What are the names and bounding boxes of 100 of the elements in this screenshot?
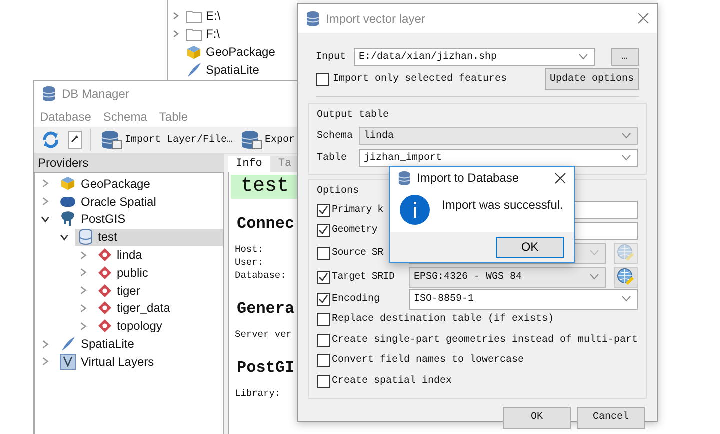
tree-item[interactable]: public bbox=[94, 264, 223, 282]
window-title: Import vector layer bbox=[326, 12, 426, 26]
menu-item[interactable]: Schema bbox=[103, 110, 148, 124]
database-icon bbox=[101, 130, 123, 150]
chevron-icon[interactable] bbox=[60, 232, 69, 242]
tree-item[interactable]: tiger_data bbox=[94, 300, 223, 317]
globe-icon bbox=[617, 268, 635, 286]
browser-item[interactable]: SpatiaLite bbox=[206, 63, 260, 77]
browser-item[interactable]: E:\ bbox=[206, 9, 221, 23]
crs-button[interactable] bbox=[614, 266, 638, 288]
dialog-button[interactable]: Cancel bbox=[577, 406, 645, 428]
refresh-icon bbox=[42, 131, 60, 149]
checkbox[interactable] bbox=[317, 224, 330, 238]
info-heading: test bbox=[231, 175, 297, 199]
database-icon bbox=[306, 10, 320, 26]
ok-button[interactable]: OK bbox=[496, 236, 564, 258]
checkbox[interactable] bbox=[317, 354, 330, 368]
update-options-button[interactable]: Update options bbox=[544, 68, 639, 90]
layers-icon bbox=[60, 354, 76, 370]
tree-item[interactable]: linda bbox=[94, 246, 223, 264]
checkbox[interactable] bbox=[317, 270, 330, 284]
feather-icon bbox=[60, 336, 76, 352]
section-heading: Connec bbox=[237, 215, 296, 233]
caret-icon bbox=[622, 133, 631, 139]
browser-item[interactable]: F:\ bbox=[206, 27, 220, 41]
group-title: Output table bbox=[317, 108, 390, 123]
diamond-icon bbox=[98, 284, 112, 298]
tree-item[interactable]: PostGIS bbox=[56, 210, 223, 228]
chevron-icon[interactable] bbox=[41, 214, 50, 224]
diamond-icon bbox=[98, 301, 112, 316]
database-icon bbox=[241, 130, 264, 150]
checkbox[interactable] bbox=[317, 334, 330, 347]
info-label: Library: bbox=[235, 387, 282, 400]
checkbox-label: Convert field names to lowercase bbox=[332, 355, 524, 366]
window-title: Import to Database bbox=[417, 171, 520, 185]
browser-item[interactable]: GeoPackage bbox=[206, 45, 276, 59]
tab[interactable]: Info bbox=[228, 156, 270, 172]
folder-icon bbox=[186, 10, 202, 22]
checkbox-label: Create single-part geometries instead of multi-part bbox=[332, 334, 638, 346]
database-icon bbox=[79, 229, 93, 246]
caret-icon bbox=[590, 274, 599, 280]
elephant-icon bbox=[60, 211, 76, 228]
info-label: User: bbox=[235, 256, 265, 269]
checkbox[interactable] bbox=[317, 292, 330, 306]
checkbox-label: Target SRID bbox=[332, 272, 396, 282]
document-icon bbox=[68, 131, 82, 149]
diamond-icon bbox=[98, 319, 112, 334]
import-button[interactable]: Import Layer/File… bbox=[99, 129, 236, 151]
dialog-button[interactable]: OK bbox=[503, 406, 571, 428]
checkbox[interactable] bbox=[317, 204, 330, 217]
globe-icon bbox=[617, 244, 635, 262]
info-label: Server ver bbox=[235, 328, 294, 341]
info-label: Database: bbox=[235, 269, 288, 282]
diamond-icon bbox=[98, 266, 112, 280]
sql-window-button[interactable] bbox=[66, 129, 91, 151]
tree-item[interactable]: GeoPackage bbox=[56, 175, 223, 192]
info-icon bbox=[400, 195, 430, 225]
export-button[interactable]: Expor bbox=[239, 129, 298, 151]
database-icon bbox=[42, 86, 56, 102]
panel-header: Providers bbox=[34, 154, 224, 172]
checkbox[interactable] bbox=[316, 72, 329, 86]
tree-item[interactable]: Virtual Layers bbox=[56, 353, 223, 370]
checkbox-label: Source SR bbox=[332, 248, 384, 258]
checkbox-label: Create spatial index bbox=[332, 376, 452, 387]
tree-item[interactable]: tiger bbox=[94, 282, 223, 300]
message-text: Import was successful. bbox=[442, 197, 564, 212]
tree-item[interactable]: test bbox=[75, 228, 223, 246]
tree-item[interactable]: Oracle Spatial bbox=[56, 193, 223, 210]
browse-button[interactable]: … bbox=[611, 48, 639, 66]
menu-item[interactable]: Database bbox=[40, 110, 92, 124]
input-dropdown[interactable]: E:/data/xian/jizhan.shp bbox=[354, 48, 595, 66]
section-heading: Genera bbox=[237, 300, 296, 318]
checkbox-label: Primary k bbox=[332, 204, 384, 216]
checkbox[interactable] bbox=[317, 374, 330, 388]
field-label: Table bbox=[317, 152, 348, 164]
close-icon[interactable] bbox=[555, 172, 566, 184]
field-label: Input bbox=[316, 52, 348, 62]
checkbox-label: Replace destination table (if exists) bbox=[332, 314, 554, 326]
caret-icon bbox=[590, 250, 599, 256]
checkbox[interactable] bbox=[317, 313, 330, 326]
crs-dropdown[interactable]: EPSG:4326 - WGS 84 bbox=[409, 266, 606, 288]
group-title: Options bbox=[317, 184, 360, 199]
table-dropdown[interactable]: jizhan_import bbox=[359, 149, 638, 167]
folder-icon bbox=[186, 28, 202, 40]
checkbox-label: Import only selected features bbox=[333, 74, 508, 84]
info-label: Host: bbox=[235, 243, 265, 256]
database-icon bbox=[398, 170, 411, 186]
caret-icon bbox=[622, 155, 631, 161]
caret-icon bbox=[579, 54, 588, 60]
checkbox-label: Encoding bbox=[332, 294, 382, 305]
checkbox-label: Geometry bbox=[332, 225, 379, 236]
diamond-icon bbox=[98, 248, 112, 262]
tree-item[interactable]: SpatiaLite bbox=[56, 336, 223, 353]
caret-icon bbox=[622, 296, 631, 302]
menu-item[interactable]: Table bbox=[159, 110, 188, 124]
window-title: DB Manager bbox=[62, 87, 130, 101]
field-label: Schema bbox=[317, 130, 354, 142]
tree-item[interactable]: topology bbox=[94, 318, 223, 335]
encoding-dropdown[interactable]: ISO-8859-1 bbox=[409, 288, 638, 310]
package-icon bbox=[60, 176, 76, 192]
